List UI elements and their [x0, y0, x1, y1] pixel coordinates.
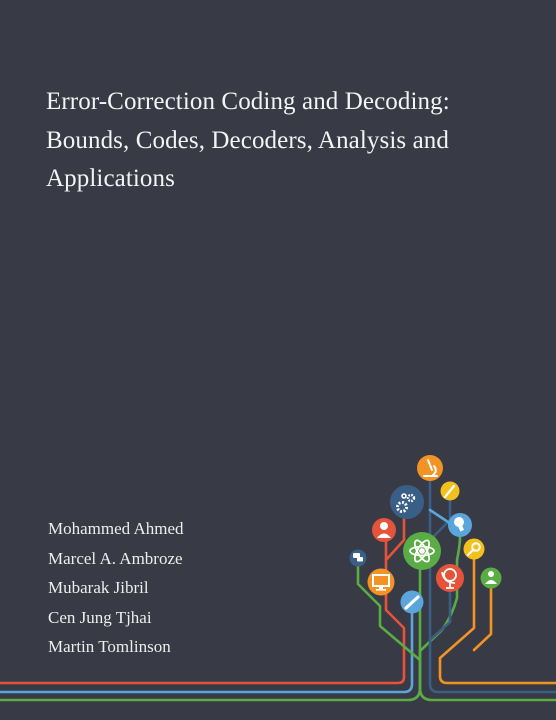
node-person [372, 518, 396, 542]
node-lightbulb [448, 513, 472, 537]
node-brush [440, 481, 460, 501]
node-pencil [400, 590, 424, 614]
node-globe [436, 564, 464, 592]
node-atom [403, 532, 441, 570]
branch-line-orange-people [472, 586, 493, 652]
node-magnifier [463, 538, 485, 560]
book-cover: Error-Correction Coding and Decoding: Bo… [0, 0, 556, 720]
node-chat [349, 549, 367, 567]
node-gears [390, 485, 424, 519]
branch-line-light-blue [0, 611, 414, 694]
node-monitor [367, 568, 395, 596]
node-people [480, 567, 502, 589]
branch-line-green-left [0, 686, 422, 702]
branch-line-red [0, 594, 406, 685]
knowledge-tree-illustration [0, 455, 556, 702]
node-microscope [417, 455, 443, 481]
